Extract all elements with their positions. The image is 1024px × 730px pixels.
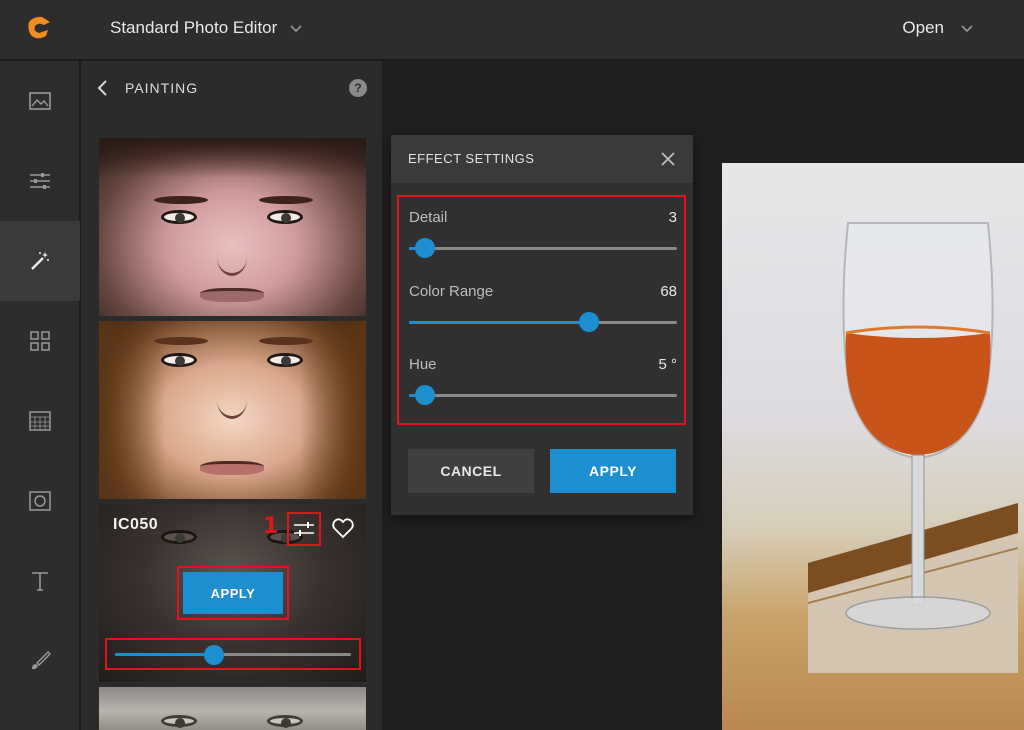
effect-name: IC050 <box>113 516 159 533</box>
panel-title: PAINTING <box>125 80 199 96</box>
selected-effect-card[interactable]: IC050 1 APPLY 2 <box>99 504 366 682</box>
dialog-header: EFFECT SETTINGS <box>391 135 693 183</box>
open-menu[interactable]: Open <box>902 18 974 38</box>
effect-strength-slider[interactable] <box>105 638 361 670</box>
frame-icon <box>29 491 51 511</box>
sliders-icon <box>294 522 314 536</box>
setting-label: Color Range <box>409 283 494 300</box>
rail-item-adjust[interactable] <box>0 141 80 221</box>
detail-slider-thumb[interactable] <box>415 238 435 258</box>
setting-value: 3 <box>668 209 677 226</box>
apply-button[interactable]: APPLY <box>550 449 676 493</box>
photo-editor-app: Standard Photo Editor Open PAINTING ? IC… <box>0 0 1024 730</box>
thumbnail-art <box>99 138 366 178</box>
annotation-marker: 1 <box>263 514 279 539</box>
slider-thumb[interactable] <box>204 645 224 665</box>
favorite-heart-icon[interactable] <box>331 516 355 540</box>
color-range-slider-thumb[interactable] <box>579 312 599 332</box>
dialog-title: EFFECT SETTINGS <box>408 151 535 166</box>
rail-item-text[interactable] <box>0 541 80 621</box>
effect-thumbnail[interactable] <box>99 138 366 316</box>
rail-item-effects[interactable] <box>0 221 80 301</box>
chevron-down-icon <box>290 25 302 33</box>
open-label: Open <box>902 18 944 37</box>
chevron-down-icon <box>961 25 973 33</box>
panel-header: PAINTING ? <box>81 61 382 115</box>
effect-thumbnail[interactable] <box>99 321 366 499</box>
effect-settings-dialog: EFFECT SETTINGS Detail 3 Color Range 68 … <box>391 135 693 515</box>
rail-item-textures[interactable] <box>0 381 80 461</box>
magic-wand-icon <box>31 252 49 270</box>
setting-color-range: Color Range 68 <box>409 283 677 343</box>
rail-item-image[interactable] <box>0 61 80 141</box>
rail-item-draw[interactable] <box>0 621 80 701</box>
setting-detail: Detail 3 <box>409 209 677 269</box>
tool-rail <box>0 61 80 730</box>
close-icon[interactable] <box>659 150 677 168</box>
app-logo-icon[interactable] <box>26 14 52 40</box>
setting-label: Detail <box>409 209 448 226</box>
setting-value: 5 ° <box>658 356 677 373</box>
wine-glass-image <box>808 222 1018 673</box>
effect-thumbnail[interactable] <box>99 687 366 730</box>
image-icon <box>29 92 51 110</box>
setting-hue: Hue 5 ° <box>409 356 677 416</box>
sliders-icon <box>30 173 50 189</box>
help-icon[interactable]: ? <box>349 79 367 97</box>
slider-track <box>409 394 677 397</box>
top-bar: Standard Photo Editor Open <box>0 0 1024 60</box>
apply-highlight: APPLY <box>177 566 289 620</box>
grid-icon <box>30 331 50 351</box>
effects-panel: PAINTING ? IC050 1 APPLY <box>81 61 382 730</box>
texture-icon <box>29 411 51 431</box>
rail-item-overlays[interactable] <box>0 301 80 381</box>
cancel-button[interactable]: CANCEL <box>408 449 534 493</box>
hue-slider-thumb[interactable] <box>415 385 435 405</box>
photo-canvas[interactable] <box>722 163 1024 730</box>
settings-highlight: Detail 3 Color Range 68 Hue 5 ° <box>397 195 686 425</box>
slider-fill <box>115 653 214 656</box>
apply-effect-button[interactable]: APPLY <box>183 572 283 614</box>
mode-label: Standard Photo Editor <box>110 18 278 37</box>
text-icon <box>32 572 48 591</box>
back-arrow-icon[interactable] <box>95 79 111 97</box>
rail-item-frames[interactable] <box>0 461 80 541</box>
brush-icon <box>32 651 51 670</box>
mode-selector[interactable]: Standard Photo Editor <box>110 18 303 38</box>
slider-track <box>409 247 677 250</box>
setting-value: 68 <box>660 283 677 300</box>
setting-label: Hue <box>409 356 437 373</box>
slider-fill <box>409 321 589 324</box>
effect-settings-button[interactable] <box>287 512 321 546</box>
